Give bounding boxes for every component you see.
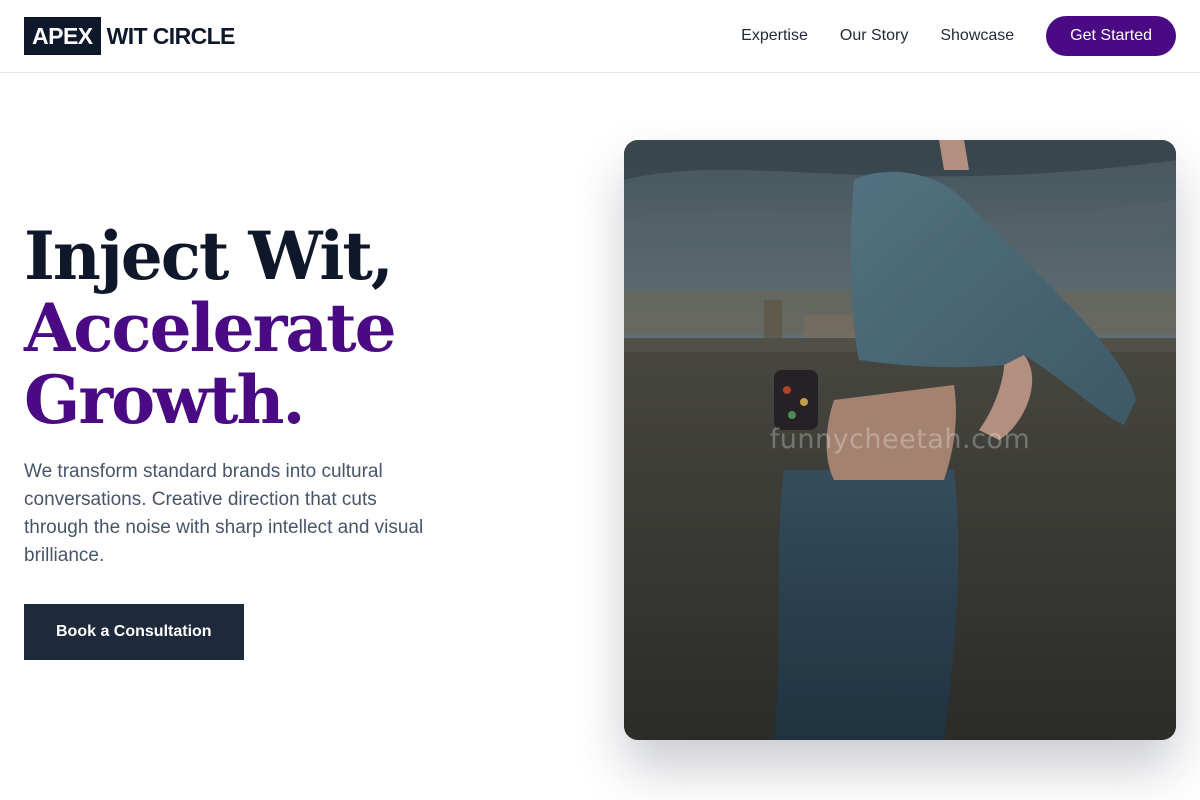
logo-box-text: APEX [24,17,101,55]
headline-line-1: Inject Wit, [24,217,394,295]
nav-link-our-story[interactable]: Our Story [840,27,908,45]
hero-content: Inject Wit, Accelerate Growth. We transf… [24,220,464,660]
logo-text: WIT CIRCLE [106,22,236,49]
headline-line-3: Growth. [24,361,305,439]
get-started-button[interactable]: Get Started [1046,16,1176,56]
hero-photo [624,140,1176,740]
brand-logo[interactable]: APEX WIT CIRCLE [24,17,235,55]
hero-headline: Inject Wit, Accelerate Growth. [24,220,464,436]
nav-link-showcase[interactable]: Showcase [940,27,1014,45]
nav-link-expertise[interactable]: Expertise [741,27,808,45]
top-navbar: APEX WIT CIRCLE Expertise Our Story Show… [0,0,1200,73]
book-consultation-button[interactable]: Book a Consultation [24,604,244,660]
headline-line-2: Accelerate [24,289,397,367]
hero-subtext: We transform standard brands into cultur… [24,461,424,566]
hero-image: funnycheetah.com [624,140,1176,740]
nav-links: Expertise Our Story Showcase Get Started [741,16,1176,56]
